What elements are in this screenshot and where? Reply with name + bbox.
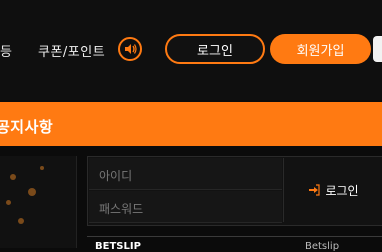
edge-button-partial[interactable] xyxy=(373,36,382,62)
login-submit-button[interactable]: 로그인 xyxy=(283,158,382,222)
id-field[interactable]: 아이디 xyxy=(89,158,282,190)
login-form: 아이디 패스워드 로그인 xyxy=(87,156,382,226)
promo-image xyxy=(0,156,77,248)
sparkle-dot xyxy=(40,166,44,170)
sound-toggle-button[interactable] xyxy=(118,37,142,61)
notice-title: 공지사항 xyxy=(0,118,54,136)
bottom-left-label: BETSLIP xyxy=(95,241,141,252)
speaker-icon xyxy=(125,44,137,54)
sparkle-dot xyxy=(10,174,16,180)
id-placeholder: 아이디 xyxy=(99,169,133,183)
signup-button[interactable]: 회원가입 xyxy=(270,34,371,64)
bottom-section-header: BETSLIP Betslip xyxy=(87,236,382,252)
sparkle-dot xyxy=(6,200,11,205)
sign-in-icon xyxy=(309,184,321,196)
password-field[interactable]: 패스워드 xyxy=(89,191,282,223)
password-placeholder: 패스워드 xyxy=(99,202,144,216)
coupon-point-link[interactable]: 쿠폰/포인트 xyxy=(38,41,105,60)
sparkle-dot xyxy=(28,188,36,196)
login-button[interactable]: 로그인 xyxy=(165,34,265,64)
notice-banner: 공지사항 xyxy=(0,102,382,146)
top-navigation-bar: 등 쿠폰/포인트 로그인 회원가입 xyxy=(0,0,382,100)
login-submit-label: 로그인 xyxy=(325,183,359,198)
nav-item-partial[interactable]: 등 xyxy=(0,41,12,60)
bottom-right-label[interactable]: Betslip xyxy=(305,241,339,252)
sparkle-dot xyxy=(18,218,24,224)
